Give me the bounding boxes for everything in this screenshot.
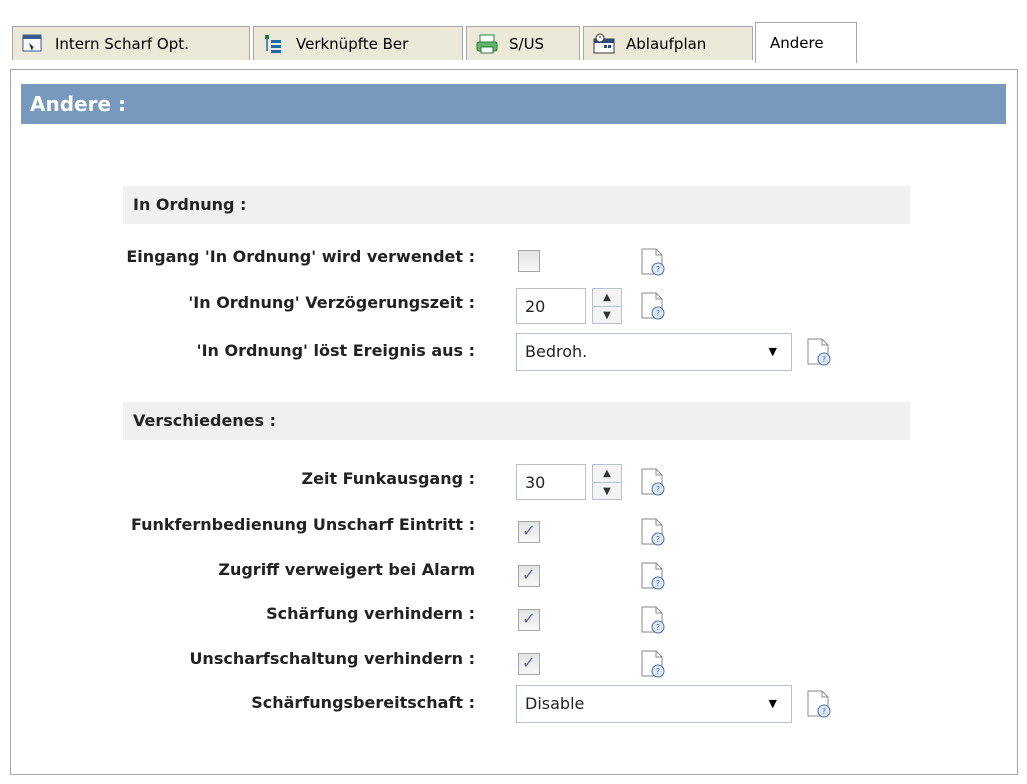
tab-verknuepfte-ber[interactable]: Verknüpfte Ber bbox=[253, 26, 463, 60]
help-icon[interactable]: ? bbox=[806, 690, 832, 718]
linked-areas-icon bbox=[265, 34, 281, 53]
unscharf-checkbox[interactable] bbox=[518, 653, 540, 675]
arm-options-icon bbox=[22, 34, 42, 51]
tab-andere[interactable]: Andere bbox=[755, 22, 857, 63]
zeit-funk-stepper[interactable]: ▲ ▼ bbox=[592, 464, 622, 500]
ereignis-select[interactable]: Bedroh. ▼ bbox=[516, 333, 792, 371]
svg-text:?: ? bbox=[822, 355, 826, 364]
svg-text:?: ? bbox=[656, 535, 660, 544]
zeit-funk-input[interactable]: 30 bbox=[516, 464, 586, 500]
ereignis-label: 'In Ordnung' löst Ereignis aus : bbox=[196, 341, 475, 360]
eingang-label: Eingang 'In Ordnung' wird verwendet : bbox=[126, 247, 475, 266]
spin-down-icon[interactable]: ▼ bbox=[593, 307, 621, 324]
help-icon[interactable]: ? bbox=[640, 248, 666, 276]
spin-down-icon[interactable]: ▼ bbox=[593, 483, 621, 500]
help-icon[interactable]: ? bbox=[640, 468, 666, 496]
section-verschiedenes: Verschiedenes : bbox=[123, 402, 910, 440]
spin-up-icon[interactable]: ▲ bbox=[593, 465, 621, 483]
svg-text:?: ? bbox=[656, 309, 660, 318]
funkfern-checkbox[interactable] bbox=[518, 521, 540, 543]
spin-up-icon[interactable]: ▲ bbox=[593, 289, 621, 307]
chevron-down-icon: ▼ bbox=[768, 697, 777, 710]
tab-ablaufplan[interactable]: Ablaufplan bbox=[583, 26, 753, 60]
bereitschaft-select[interactable]: Disable ▼ bbox=[516, 685, 792, 723]
tab-bar: Intern Scharf Opt. Verknüpfte Ber S/US A… bbox=[10, 22, 1015, 70]
svg-text:?: ? bbox=[822, 707, 826, 716]
help-icon[interactable]: ? bbox=[640, 650, 666, 678]
help-icon[interactable]: ? bbox=[640, 562, 666, 590]
zugriff-label: Zugriff verweigert bei Alarm bbox=[218, 560, 475, 579]
svg-text:?: ? bbox=[656, 667, 660, 676]
svg-text:?: ? bbox=[656, 623, 660, 632]
tab-s-us[interactable]: S/US bbox=[466, 26, 580, 60]
page-header: Andere : bbox=[21, 84, 1006, 124]
svg-text:?: ? bbox=[656, 485, 660, 494]
zugriff-checkbox[interactable] bbox=[518, 565, 540, 587]
printer-icon bbox=[476, 34, 498, 53]
verzoegerung-input[interactable]: 20 bbox=[516, 288, 586, 324]
verzoegerung-label: 'In Ordnung' Verzögerungszeit : bbox=[188, 293, 475, 312]
schaerfung-checkbox[interactable] bbox=[518, 609, 540, 631]
schedule-icon bbox=[593, 33, 615, 53]
eingang-checkbox[interactable] bbox=[518, 250, 540, 272]
help-icon[interactable]: ? bbox=[640, 518, 666, 546]
chevron-down-icon: ▼ bbox=[768, 345, 777, 358]
svg-text:?: ? bbox=[656, 579, 660, 588]
svg-text:?: ? bbox=[656, 265, 660, 274]
funkfern-label: Funkfernbedienung Unscharf Eintritt : bbox=[130, 515, 475, 534]
unscharf-label: Unscharfschaltung verhindern : bbox=[189, 649, 475, 668]
section-in-ordnung: In Ordnung : bbox=[123, 186, 910, 224]
schaerfung-label: Schärfung verhindern : bbox=[266, 604, 475, 623]
help-icon[interactable]: ? bbox=[640, 292, 666, 320]
help-icon[interactable]: ? bbox=[806, 338, 832, 366]
zeit-funk-label: Zeit Funkausgang : bbox=[301, 469, 475, 488]
tab-intern-scharf-opt[interactable]: Intern Scharf Opt. bbox=[12, 26, 250, 60]
help-icon[interactable]: ? bbox=[640, 606, 666, 634]
bereitschaft-label: Schärfungsbereitschaft : bbox=[251, 693, 475, 712]
verzoegerung-stepper[interactable]: ▲ ▼ bbox=[592, 288, 622, 324]
